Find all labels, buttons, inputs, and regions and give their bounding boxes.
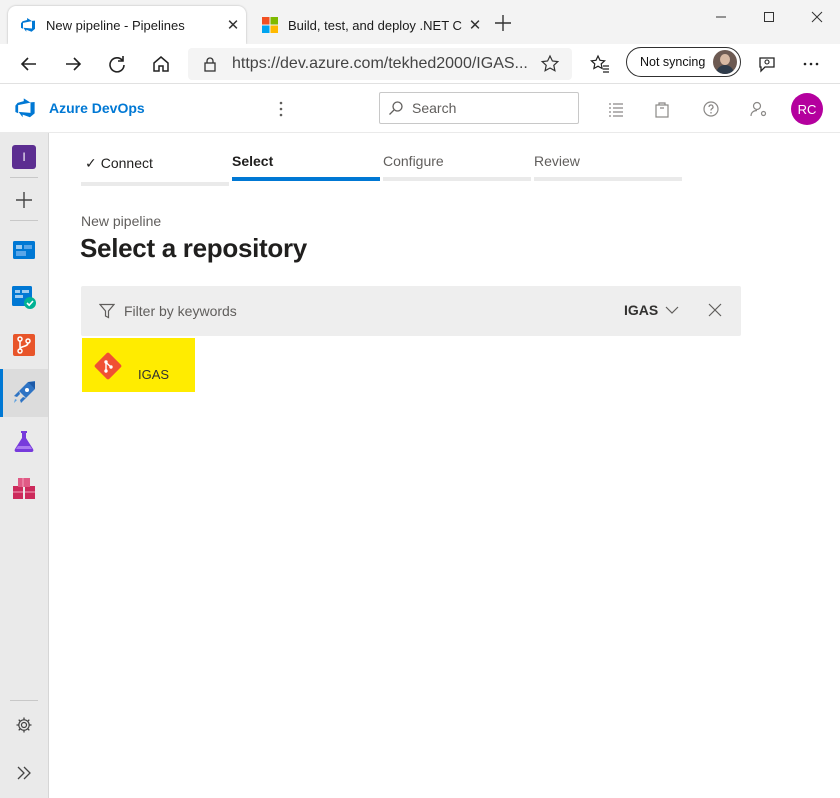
azure-devops-favicon-icon: [21, 18, 35, 32]
clear-filter-close-icon[interactable]: [708, 303, 722, 317]
help-icon[interactable]: [699, 97, 723, 121]
user-avatar[interactable]: RC: [791, 93, 823, 125]
favorites-icon[interactable]: [586, 50, 614, 78]
browser-tab-pipelines[interactable]: New pipeline - Pipelines ✕: [8, 6, 246, 44]
microsoft-favicon-icon: [262, 17, 278, 33]
search-input[interactable]: Search: [379, 92, 579, 124]
step-review[interactable]: Review: [534, 151, 682, 181]
left-navigation-rail: I: [0, 133, 49, 798]
vertical-more-icon[interactable]: [272, 97, 290, 121]
azure-devops-logo-icon: [15, 98, 35, 118]
pipelines-icon[interactable]: [0, 369, 48, 417]
close-tab-icon[interactable]: ✕: [220, 16, 246, 34]
refresh-icon[interactable]: [103, 50, 131, 78]
profile-avatar: [713, 50, 737, 74]
minimize-icon[interactable]: [698, 6, 744, 28]
brand-name: Azure DevOps: [49, 100, 145, 116]
chevron-down-icon[interactable]: [665, 303, 679, 317]
test-plans-icon[interactable]: [0, 417, 48, 465]
close-tab-icon[interactable]: ✕: [462, 16, 488, 34]
browser-toolbar: https://dev.azure.com/tekhed2000/IGAS...…: [0, 44, 840, 84]
step-select[interactable]: Select: [232, 151, 380, 181]
brand-link[interactable]: Azure DevOps: [14, 97, 145, 119]
step-label: Configure: [383, 153, 444, 169]
step-label: Connect: [100, 155, 153, 171]
page-title: Select a repository: [80, 233, 307, 263]
expand-icon[interactable]: [0, 749, 48, 797]
step-progress-bar: [81, 182, 229, 186]
check-icon: ✓: [85, 155, 97, 171]
filter-funnel-icon: [99, 303, 115, 319]
repository-list-item[interactable]: IGAS: [82, 338, 195, 392]
repository-filter-dropdown[interactable]: IGAS: [624, 302, 658, 318]
sync-status-label: Not syncing: [640, 55, 706, 69]
back-icon[interactable]: [15, 50, 43, 78]
organization-button[interactable]: I: [0, 133, 48, 181]
boards-icon[interactable]: [0, 225, 48, 273]
browser-tab-docs[interactable]: Build, test, and deploy .NET Core ✕: [250, 6, 488, 44]
step-label: Select: [232, 153, 274, 169]
search-placeholder: Search: [412, 100, 457, 116]
step-connect[interactable]: ✓ Connect: [81, 151, 229, 186]
breadcrumb: New pipeline: [81, 213, 162, 229]
tab-title: New pipeline - Pipelines: [46, 17, 185, 33]
forward-icon[interactable]: [59, 50, 87, 78]
organization-badge: I: [12, 145, 36, 169]
marketplace-bag-icon[interactable]: [650, 97, 674, 121]
step-progress-bar: [232, 177, 380, 181]
test-plans-check-icon[interactable]: [0, 273, 48, 321]
azure-devops-header: Azure DevOps Search RC: [0, 85, 840, 133]
tab-title: Build, test, and deploy .NET Core: [288, 17, 462, 33]
home-icon[interactable]: [147, 50, 175, 78]
step-label: Review: [534, 153, 580, 169]
plus-icon[interactable]: [0, 176, 48, 224]
browser-tab-strip: New pipeline - Pipelines ✕ Build, test, …: [0, 0, 840, 44]
filter-keyword-input[interactable]: Filter by keywords: [124, 303, 237, 319]
step-configure[interactable]: Configure: [383, 151, 531, 181]
step-progress-bar: [383, 177, 531, 181]
search-icon: [389, 101, 403, 115]
more-options-icon[interactable]: [797, 50, 825, 78]
maximize-icon[interactable]: [746, 6, 792, 28]
work-items-list-icon[interactable]: [604, 97, 628, 121]
user-settings-icon[interactable]: [747, 97, 771, 121]
repos-icon[interactable]: [0, 321, 48, 369]
lock-icon: [204, 57, 216, 72]
repository-name: IGAS: [138, 367, 170, 382]
sync-status-button[interactable]: Not syncing: [626, 47, 741, 77]
step-progress-bar: [534, 177, 682, 181]
favorite-star-icon[interactable]: [540, 54, 560, 74]
settings-icon[interactable]: [0, 701, 48, 749]
address-url: https://dev.azure.com/tekhed2000/IGAS...: [232, 55, 528, 72]
filter-bar: Filter by keywords IGAS: [81, 286, 741, 336]
close-window-icon[interactable]: [794, 6, 840, 28]
new-tab-icon[interactable]: [492, 12, 514, 34]
rail-divider: [10, 220, 38, 221]
git-repo-icon: [94, 352, 122, 380]
artifacts-icon[interactable]: [0, 465, 48, 513]
main-content: ✓ Connect Select Configure Review New pip…: [49, 133, 840, 798]
address-bar[interactable]: https://dev.azure.com/tekhed2000/IGAS...: [188, 48, 572, 80]
feedback-icon[interactable]: [753, 50, 781, 78]
